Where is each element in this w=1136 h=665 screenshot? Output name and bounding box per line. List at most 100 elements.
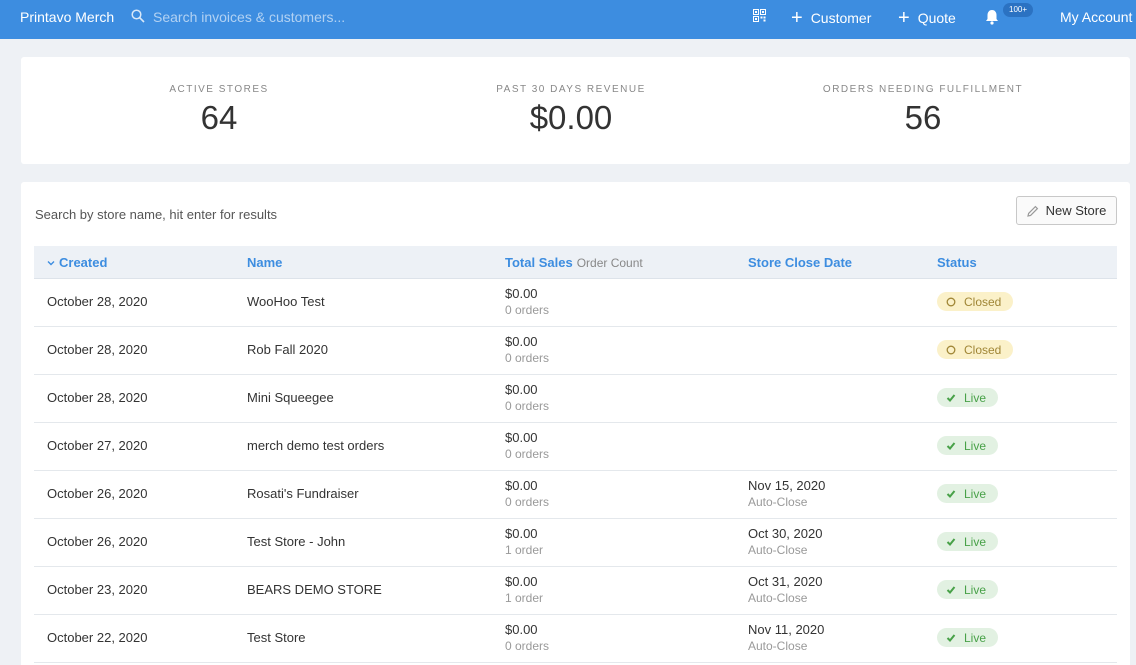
table-row[interactable]: October 27, 2020 merch demo test orders $0… [34,423,1117,471]
store-name[interactable]: merch demo test orders [247,438,384,453]
close-note: Auto-Close [748,639,808,653]
store-name[interactable]: BEARS DEMO STORE [247,582,382,597]
status-label: Live [964,534,987,549]
table-row[interactable]: October 28, 2020 Rob Fall 2020 $0.00 0 orde… [34,327,1117,375]
sales-amount: $0.00 [505,622,538,637]
store-search-input[interactable] [35,204,435,224]
column-header-name[interactable]: Name [247,255,282,270]
close-date-cell: Nov 15, 2020 Auto-Close [748,478,825,510]
column-header-close-date[interactable]: Store Close Date [748,255,852,270]
stores-table: Created Name Total Sales Order Count Stor… [34,246,1117,663]
add-customer-button[interactable]: + Customer [791,7,871,29]
created-date: October 28, 2020 [47,294,148,309]
qr-code-icon[interactable] [753,9,766,22]
order-count: 1 order [505,543,544,557]
chevron-down-icon [47,261,55,266]
close-date: Nov 15, 2020 [748,478,826,493]
table-row[interactable]: October 26, 2020 Rosati's Fundraiser $0.00… [34,471,1117,519]
stat-value: $0.00 [529,99,613,136]
stat-value: 56 [904,99,942,136]
add-quote-label: Quote [917,10,956,26]
stat-label: ORDERS NEEDING FULFILLMENT [822,84,1024,95]
stats-summary-card: ACTIVE STORES 64 PAST 30 DAYS REVENUE $0… [21,57,1130,164]
column-label: Total Sales [505,255,573,270]
status-badge: Closed [937,292,1014,311]
total-sales-cell: $0.00 0 orders [505,430,549,462]
status-badge: Closed [937,340,1014,359]
created-date: October 27, 2020 [47,438,148,453]
status-badge: Live [937,628,999,647]
table-row[interactable]: October 28, 2020 Mini Squeegee $0.00 0 orde… [34,375,1117,423]
store-name[interactable]: Rosati's Fundraiser [247,486,359,501]
status-badge: Live [937,388,999,407]
order-count: 0 orders [505,303,550,317]
global-search-input[interactable] [153,7,453,27]
stat-label: PAST 30 DAYS REVENUE [496,84,646,95]
circle-icon [946,297,956,306]
status-label: Live [964,630,987,645]
column-header-total-sales[interactable]: Total Sales Order Count [505,255,643,270]
table-row[interactable]: October 22, 2020 Test Store $0.00 0 orders N… [34,615,1117,663]
total-sales-cell: $0.00 0 orders [505,286,549,318]
status-badge: Live [937,436,999,455]
checkmark-icon [946,633,956,642]
table-row[interactable]: October 26, 2020 Test Store - John $0.00 1 … [34,519,1117,567]
created-date: October 28, 2020 [47,342,148,357]
search-icon [131,9,145,23]
sales-amount: $0.00 [505,286,538,301]
my-account-link[interactable]: My Account [1060,9,1132,25]
store-name[interactable]: Test Store - John [247,534,345,549]
store-name[interactable]: Test Store [247,630,306,645]
stat-value: 64 [200,99,238,136]
store-name[interactable]: Rob Fall 2020 [247,342,328,357]
total-sales-cell: $0.00 0 orders [505,622,549,654]
sales-amount: $0.00 [505,382,538,397]
total-sales-cell: $0.00 0 orders [505,382,549,414]
column-header-created[interactable]: Created [47,255,107,270]
order-count: 1 order [505,591,544,605]
checkmark-icon [946,585,956,594]
table-body: October 28, 2020 WooHoo Test $0.00 0 orders… [34,279,1117,663]
table-row[interactable]: October 28, 2020 WooHoo Test $0.00 0 orders… [34,279,1117,327]
plus-icon: + [898,7,910,29]
store-name[interactable]: Mini Squeegee [247,390,334,405]
circle-icon [946,345,956,354]
close-note: Auto-Close [748,543,808,557]
close-note: Auto-Close [748,495,808,509]
column-sublabel-order-count[interactable]: Order Count [577,256,643,270]
bell-icon[interactable] [985,9,999,25]
order-count: 0 orders [505,351,550,365]
close-note: Auto-Close [748,591,808,605]
total-sales-cell: $0.00 1 order [505,526,543,558]
new-store-label: New Store [1045,203,1107,218]
checkmark-icon [946,489,956,498]
status-label: Closed [964,294,1002,309]
sales-amount: $0.00 [505,334,538,349]
close-date: Oct 31, 2020 [748,574,823,589]
close-date-cell: Oct 30, 2020 Auto-Close [748,526,822,558]
column-header-status[interactable]: Status [937,255,977,270]
total-sales-cell: $0.00 0 orders [505,478,549,510]
stat-revenue: PAST 30 DAYS REVENUE $0.00 [421,84,721,137]
notification-count-badge: 100+ [1003,3,1034,17]
table-row[interactable]: October 23, 2020 BEARS DEMO STORE $0.00 1 o… [34,567,1117,615]
total-sales-cell: $0.00 0 orders [505,334,549,366]
add-customer-label: Customer [810,10,872,26]
brand-link[interactable]: Printavo Merch [20,9,114,25]
close-date: Oct 30, 2020 [748,526,823,541]
new-store-button[interactable]: New Store [1016,196,1117,225]
status-label: Live [964,486,987,501]
created-date: October 22, 2020 [47,630,148,645]
created-date: October 26, 2020 [47,486,148,501]
status-label: Live [964,438,987,453]
created-date: October 26, 2020 [47,534,148,549]
checkmark-icon [946,537,956,546]
checkmark-icon [946,393,956,402]
store-name[interactable]: WooHoo Test [247,294,325,309]
status-badge: Live [937,532,999,551]
stores-card: New Store Created Name Total Sales Order … [21,182,1130,665]
sales-amount: $0.00 [505,478,538,493]
add-quote-button[interactable]: + Quote [898,7,956,29]
order-count: 0 orders [505,495,550,509]
table-header: Created Name Total Sales Order Count Stor… [34,246,1117,279]
